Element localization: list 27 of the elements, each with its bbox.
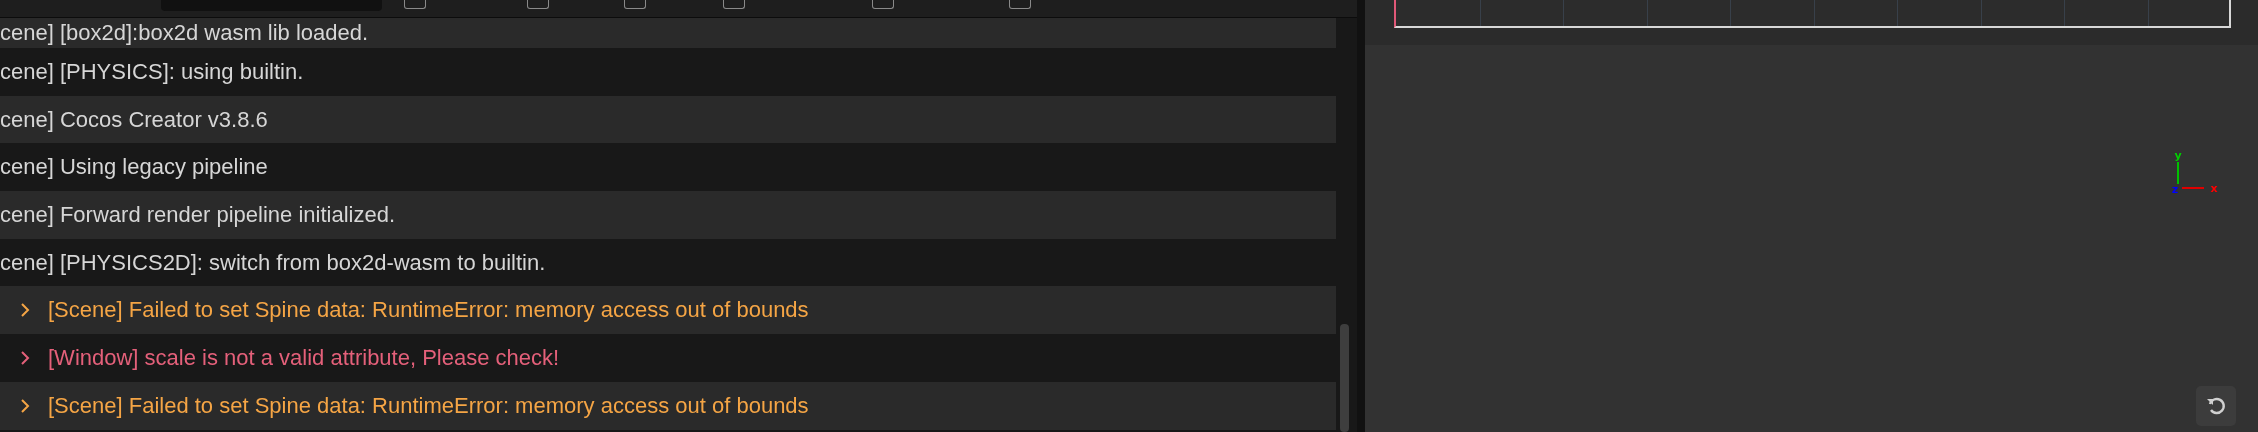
log-message: cene] [PHYSICS2D]: switch from box2d-wasm to builtin. — [0, 251, 546, 274]
checkbox[interactable] — [723, 0, 745, 9]
y-axis-label: y — [2174, 149, 2182, 162]
log-message: cene] [box2d]:box2d wasm lib loaded. — [0, 22, 369, 44]
checkbox[interactable] — [624, 0, 646, 9]
checkbox[interactable] — [1009, 0, 1031, 9]
reset-button[interactable] — [2196, 386, 2236, 426]
log-message: [Scene] Failed to set Spine data: RuntimeError: memory access out of bounds — [48, 299, 809, 322]
chevron-icon[interactable] — [20, 349, 30, 366]
log-entry[interactable]: [Scene] Failed to set Spine data: RuntimeError: memory access out of bounds — [0, 381, 1336, 430]
z-axis-label: z — [2171, 183, 2179, 196]
x-axis-label: x — [2210, 182, 2218, 195]
chevron-icon[interactable] — [20, 302, 30, 319]
checkbox[interactable] — [872, 0, 894, 9]
log-message: [Scene] Failed to set Spine data: RuntimeError: memory access out of bounds — [48, 394, 809, 417]
log-message: cene] Using legacy pipeline — [0, 156, 268, 179]
log-message: cene] Cocos Creator v3.8.6 — [0, 108, 268, 131]
log-entry[interactable]: [Scene] Failed to set Spine data: RuntimeError: memory access out of bounds — [0, 286, 1336, 335]
scrollbar-thumb[interactable] — [1340, 324, 1349, 432]
log-message: cene] Forward render pipeline initialized. — [0, 203, 395, 226]
chevron-icon[interactable] — [20, 397, 30, 414]
checkbox[interactable] — [404, 0, 426, 9]
checkbox[interactable] — [527, 0, 549, 9]
x-axis-line — [2181, 187, 2205, 189]
log-message: [Window] scale is not a valid attribute, Please check! — [48, 346, 560, 369]
y-axis-line — [2177, 161, 2179, 185]
log-message: cene] [PHYSICS]: using builtin. — [0, 60, 304, 83]
